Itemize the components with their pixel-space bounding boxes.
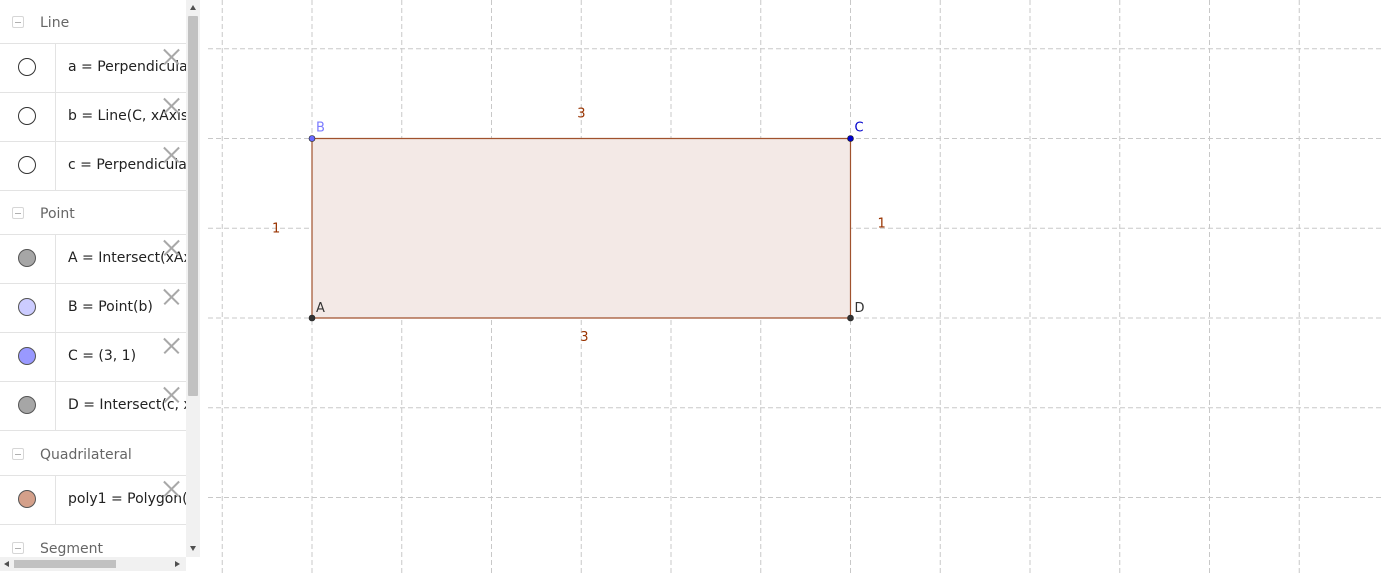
visibility-toggle-C[interactable]	[18, 347, 36, 365]
group-header-quadrilateral[interactable]: Quadrilateral	[0, 432, 186, 476]
scroll-down-arrow-icon[interactable]	[190, 546, 196, 551]
scroll-up-arrow-icon[interactable]	[190, 5, 196, 10]
point-label-B: B	[316, 121, 325, 136]
group-header-point[interactable]: Point	[0, 191, 186, 235]
scroll-right-arrow-icon[interactable]	[175, 561, 180, 567]
algebra-item-b[interactable]: b = Line(C, xAxis	[0, 93, 186, 142]
view-splitter[interactable]	[200, 0, 208, 574]
collapse-icon[interactable]	[12, 16, 24, 28]
delete-icon[interactable]	[162, 337, 180, 355]
group-label-line: Line	[40, 15, 70, 31]
point-C[interactable]	[847, 135, 854, 142]
delete-icon[interactable]	[162, 386, 180, 404]
marble-cell	[0, 382, 56, 430]
scroll-left-arrow-icon[interactable]	[4, 561, 9, 567]
marble-cell	[0, 333, 56, 381]
visibility-toggle-b[interactable]	[18, 107, 36, 125]
point-A[interactable]	[308, 314, 316, 322]
visibility-toggle-a[interactable]	[18, 58, 36, 76]
collapse-icon[interactable]	[12, 448, 24, 460]
point-label-C: C	[855, 121, 864, 136]
group-header-line[interactable]: Line	[0, 0, 186, 44]
algebra-item-C[interactable]: C = (3, 1)	[0, 333, 186, 382]
vertical-scrollbar[interactable]	[186, 0, 200, 557]
visibility-toggle-c[interactable]	[18, 156, 36, 174]
algebra-item-D[interactable]: D = Intersect(c, x	[0, 382, 186, 431]
algebra-item-A[interactable]: A = Intersect(xAx	[0, 235, 186, 284]
group-label-segment: Segment	[40, 541, 103, 557]
delete-icon[interactable]	[162, 480, 180, 498]
marble-cell	[0, 284, 56, 332]
algebra-item-B[interactable]: B = Point(b)	[0, 284, 186, 333]
group-label-quadrilateral: Quadrilateral	[40, 447, 132, 463]
segment-label-right: 1	[878, 216, 886, 231]
polygon-poly1[interactable]	[312, 138, 851, 319]
marble-cell	[0, 476, 56, 524]
algebra-item-c[interactable]: c = Perpendicular	[0, 142, 186, 191]
delete-icon[interactable]	[162, 288, 180, 306]
group-label-point: Point	[40, 206, 75, 222]
marble-cell	[0, 44, 56, 92]
collapse-icon[interactable]	[12, 542, 24, 554]
point-label-A: A	[316, 301, 325, 316]
visibility-toggle-A[interactable]	[18, 249, 36, 267]
algebra-item-poly1[interactable]: poly1 = Polygon(	[0, 476, 186, 525]
delete-icon[interactable]	[162, 239, 180, 257]
marble-cell	[0, 142, 56, 190]
segment-label-top: 3	[577, 107, 585, 122]
segment-label-left: 1	[272, 221, 280, 236]
marble-cell	[0, 93, 56, 141]
horizontal-scrollbar[interactable]	[0, 557, 186, 571]
algebra-item-a[interactable]: a = Perpendicular	[0, 44, 186, 93]
delete-icon[interactable]	[162, 48, 180, 66]
visibility-toggle-B[interactable]	[18, 298, 36, 316]
algebra-view: Line a = Perpendicular b = Line(C, xAxis…	[0, 0, 201, 574]
delete-icon[interactable]	[162, 97, 180, 115]
horizontal-scrollbar-thumb[interactable]	[14, 560, 116, 568]
visibility-toggle-D[interactable]	[18, 396, 36, 414]
visibility-toggle-poly1[interactable]	[18, 490, 36, 508]
marble-cell	[0, 235, 56, 283]
graphics-view[interactable]: 3 3 1 1 A B C D	[208, 0, 1382, 574]
collapse-icon[interactable]	[12, 207, 24, 219]
segment-label-bottom: 3	[580, 330, 588, 345]
point-B[interactable]	[308, 135, 316, 142]
point-label-D: D	[855, 301, 865, 316]
graphics-canvas[interactable]: 3 3 1 1 A B C D	[208, 0, 1382, 574]
vertical-scrollbar-thumb[interactable]	[188, 16, 198, 396]
delete-icon[interactable]	[162, 146, 180, 164]
point-D[interactable]	[847, 314, 854, 322]
